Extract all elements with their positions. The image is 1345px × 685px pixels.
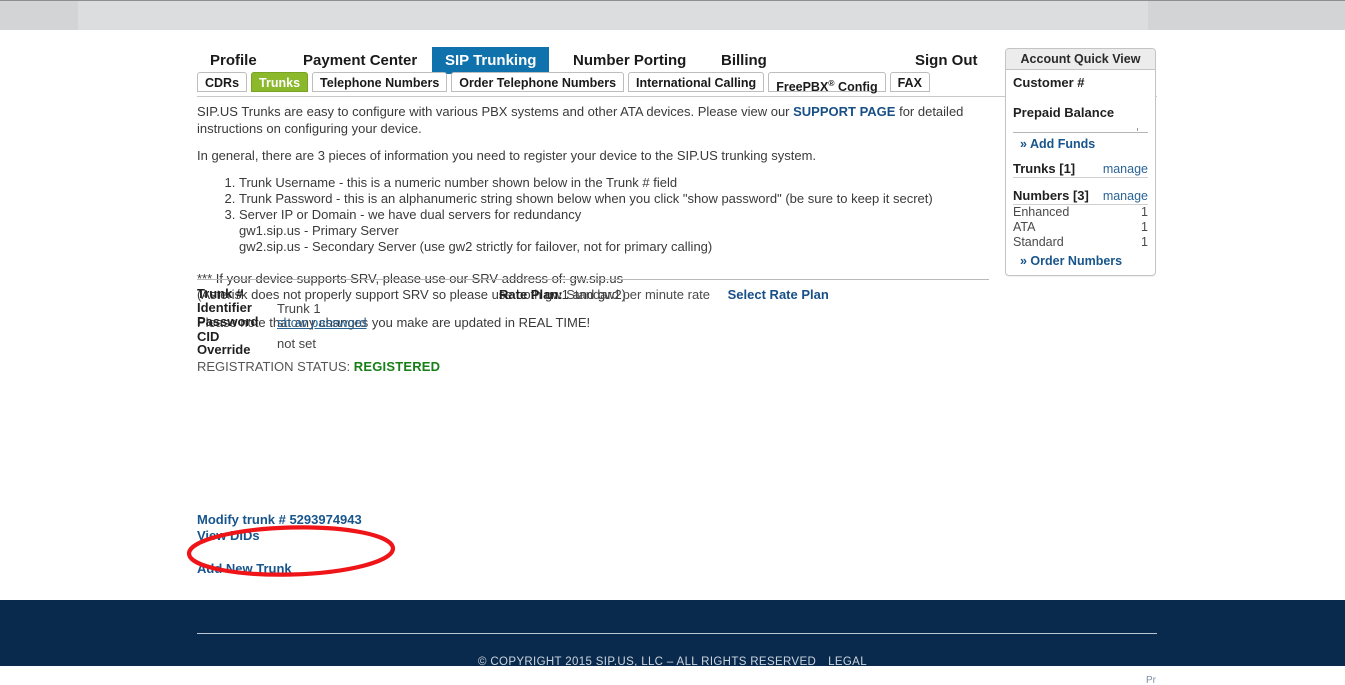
registration-status-label: REGISTRATION STATUS:	[197, 358, 351, 374]
cid-override-value: not set	[277, 335, 317, 351]
select-rate-plan-link[interactable]: Select Rate Plan	[728, 287, 829, 302]
trunk-identifier-label: Identifier	[197, 299, 252, 315]
browser-chrome-bar	[0, 0, 1345, 31]
trunk-number-row: Trunk #	[197, 287, 517, 301]
list-item: Enhanced 1	[1013, 205, 1148, 220]
clipped-detail-row: ...	[197, 374, 517, 381]
number-type-count: 1	[1141, 205, 1148, 219]
freepbx-label-prefix: FreePBX	[776, 80, 829, 95]
tab-order-telephone-numbers[interactable]: Order Telephone Numbers	[451, 72, 625, 92]
footer-divider	[197, 633, 1157, 634]
intro-p1-before: SIP.US Trunks are easy to configure with…	[197, 104, 794, 119]
list-item: Standard 1	[1013, 235, 1148, 250]
legal-link[interactable]: LEGAL	[828, 656, 867, 668]
number-type-count: 1	[1141, 235, 1148, 249]
rate-plan-value: Standard per minute rate	[566, 287, 711, 302]
trunk-identifier-row: Identifier Trunk 1	[197, 299, 517, 316]
nav-item-payment-center[interactable]: Payment Center	[290, 47, 430, 74]
tab-telephone-numbers[interactable]: Telephone Numbers	[312, 72, 448, 92]
secondary-server-line: gw2.sip.us - Secondary Server (use gw2 s…	[239, 239, 713, 254]
chrome-edge-right	[1148, 1, 1345, 30]
footer-partial-text: Pr	[1146, 675, 1156, 685]
manage-trunks-link[interactable]: manage	[1103, 162, 1148, 176]
nav-item-profile[interactable]: Profile	[197, 47, 270, 74]
tab-trunks[interactable]: Trunks	[251, 72, 309, 92]
cid-override-row: CID Override not set	[197, 329, 517, 357]
rate-plan-label: Rate Plan:	[499, 287, 563, 302]
tab-cdrs[interactable]: CDRs	[197, 72, 248, 92]
order-numbers-link[interactable]: » Order Numbers	[1020, 254, 1148, 268]
trunk-number-label: Trunk #	[197, 286, 244, 301]
nav-item-billing[interactable]: Billing	[708, 47, 780, 74]
account-quick-view-panel: Account Quick View Customer # Prepaid Ba…	[1005, 48, 1156, 276]
nav-item-number-porting[interactable]: Number Porting	[560, 47, 699, 74]
copyright-text: © COPYRIGHT 2015 SIP.US, LLC – ALL RIGHT…	[478, 656, 817, 668]
registration-status-row: REGISTRATION STATUS: REGISTERED	[197, 359, 517, 374]
freepbx-label-suffix: Config	[834, 80, 878, 95]
list-item: Trunk Username - this is a numeric numbe…	[239, 175, 989, 191]
add-funds-link[interactable]: » Add Funds	[1020, 137, 1148, 151]
trunk-detail-table: Trunk # Identifier Trunk 1 Password show…	[197, 287, 517, 381]
number-type-name: ATA	[1013, 220, 1036, 234]
status-badge: REGISTERED	[353, 358, 441, 374]
nav-item-sip-trunking[interactable]: SIP Trunking	[432, 47, 550, 74]
page-canvas: Profile Payment Center SIP Trunking Numb…	[0, 31, 1345, 685]
numbers-count-label: Numbers [3]	[1013, 188, 1089, 203]
list-item: Server IP or Domain - we have dual serve…	[239, 207, 989, 223]
numbers-section-header: Numbers [3] manage	[1013, 188, 1148, 205]
account-quick-view-title: Account Quick View	[1006, 49, 1155, 70]
customer-number-label: Customer #	[1013, 75, 1085, 90]
trunk-identifier-value: Trunk 1	[277, 300, 321, 316]
prepaid-balance-value	[1013, 122, 1148, 133]
modify-trunk-link[interactable]: Modify trunk # 5293974943	[197, 512, 362, 528]
requirements-list: Trunk Username - this is a numeric numbe…	[197, 175, 989, 223]
trunk-password-row: Password show password	[197, 315, 517, 330]
customer-number-value	[1013, 92, 1148, 105]
manage-numbers-link[interactable]: manage	[1103, 189, 1148, 203]
trunks-count-label: Trunks [1]	[1013, 161, 1076, 176]
number-type-name: Standard	[1013, 235, 1064, 249]
chrome-segment-2	[448, 1, 848, 30]
number-type-name: Enhanced	[1013, 205, 1070, 219]
view-dids-link[interactable]: View DIDs	[197, 528, 362, 544]
list-item: ATA 1	[1013, 220, 1148, 235]
cid-override-label: CID Override	[197, 329, 277, 357]
account-quick-view-body: Customer # Prepaid Balance » Add Funds T…	[1006, 70, 1155, 275]
tab-international-calling[interactable]: International Calling	[628, 72, 765, 92]
intro-paragraph-2: In general, there are 3 pieces of inform…	[197, 148, 817, 163]
list-item: Trunk Password - this is an alphanumeric…	[239, 191, 989, 207]
support-page-link[interactable]: SUPPORT PAGE	[793, 104, 895, 119]
tab-freepbx-config[interactable]: FreePBX® Config	[768, 72, 886, 95]
rate-plan-row: Rate Plan: Standard per minute rate Sele…	[499, 287, 829, 302]
number-type-count: 1	[1141, 220, 1148, 234]
chrome-edge-left	[0, 1, 78, 30]
intro-paragraph-1: SIP.US Trunks are easy to configure with…	[197, 103, 989, 137]
page-footer: © COPYRIGHT 2015 SIP.US, LLC – ALL RIGHT…	[0, 600, 1345, 668]
trunk-password-label: Password	[197, 314, 259, 329]
show-password-link[interactable]: show password	[277, 315, 367, 330]
nav-item-sign-out[interactable]: Sign Out	[902, 47, 991, 74]
add-new-trunk-link[interactable]: Add New Trunk	[197, 561, 292, 576]
trunks-section-header: Trunks [1] manage	[1013, 161, 1148, 178]
chrome-segment-1	[78, 1, 448, 30]
content-divider	[197, 279, 989, 280]
footer-copyright-row: © COPYRIGHT 2015 SIP.US, LLC – ALL RIGHT…	[0, 656, 1345, 668]
trunk-links-group: Modify trunk # 5293974943 View DIDs	[197, 512, 362, 543]
primary-server-line: gw1.sip.us - Primary Server	[239, 223, 399, 238]
prepaid-balance-label: Prepaid Balance	[1013, 105, 1115, 120]
chrome-segment-3	[848, 1, 1148, 30]
cid-label-line-2: Override	[197, 342, 251, 357]
tab-fax[interactable]: FAX	[889, 72, 930, 92]
